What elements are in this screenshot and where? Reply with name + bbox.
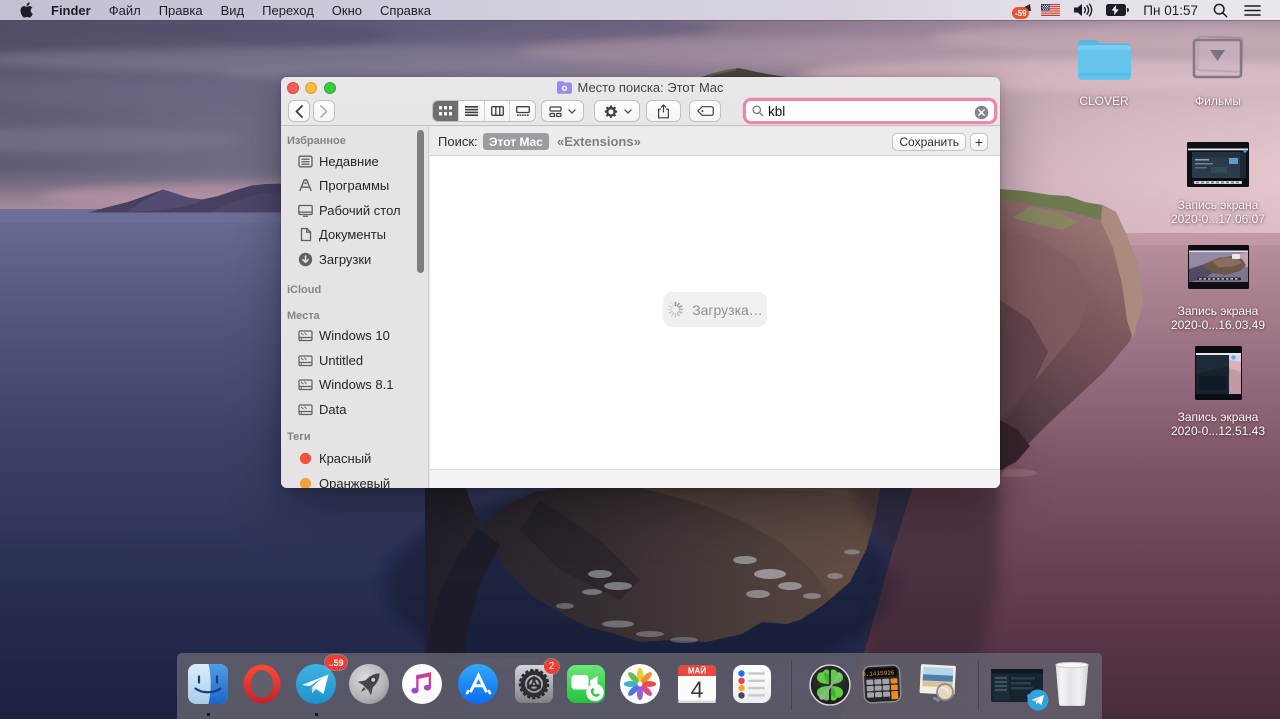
svg-text:МАЙ: МАЙ xyxy=(688,667,706,676)
svg-text:4: 4 xyxy=(691,677,704,703)
